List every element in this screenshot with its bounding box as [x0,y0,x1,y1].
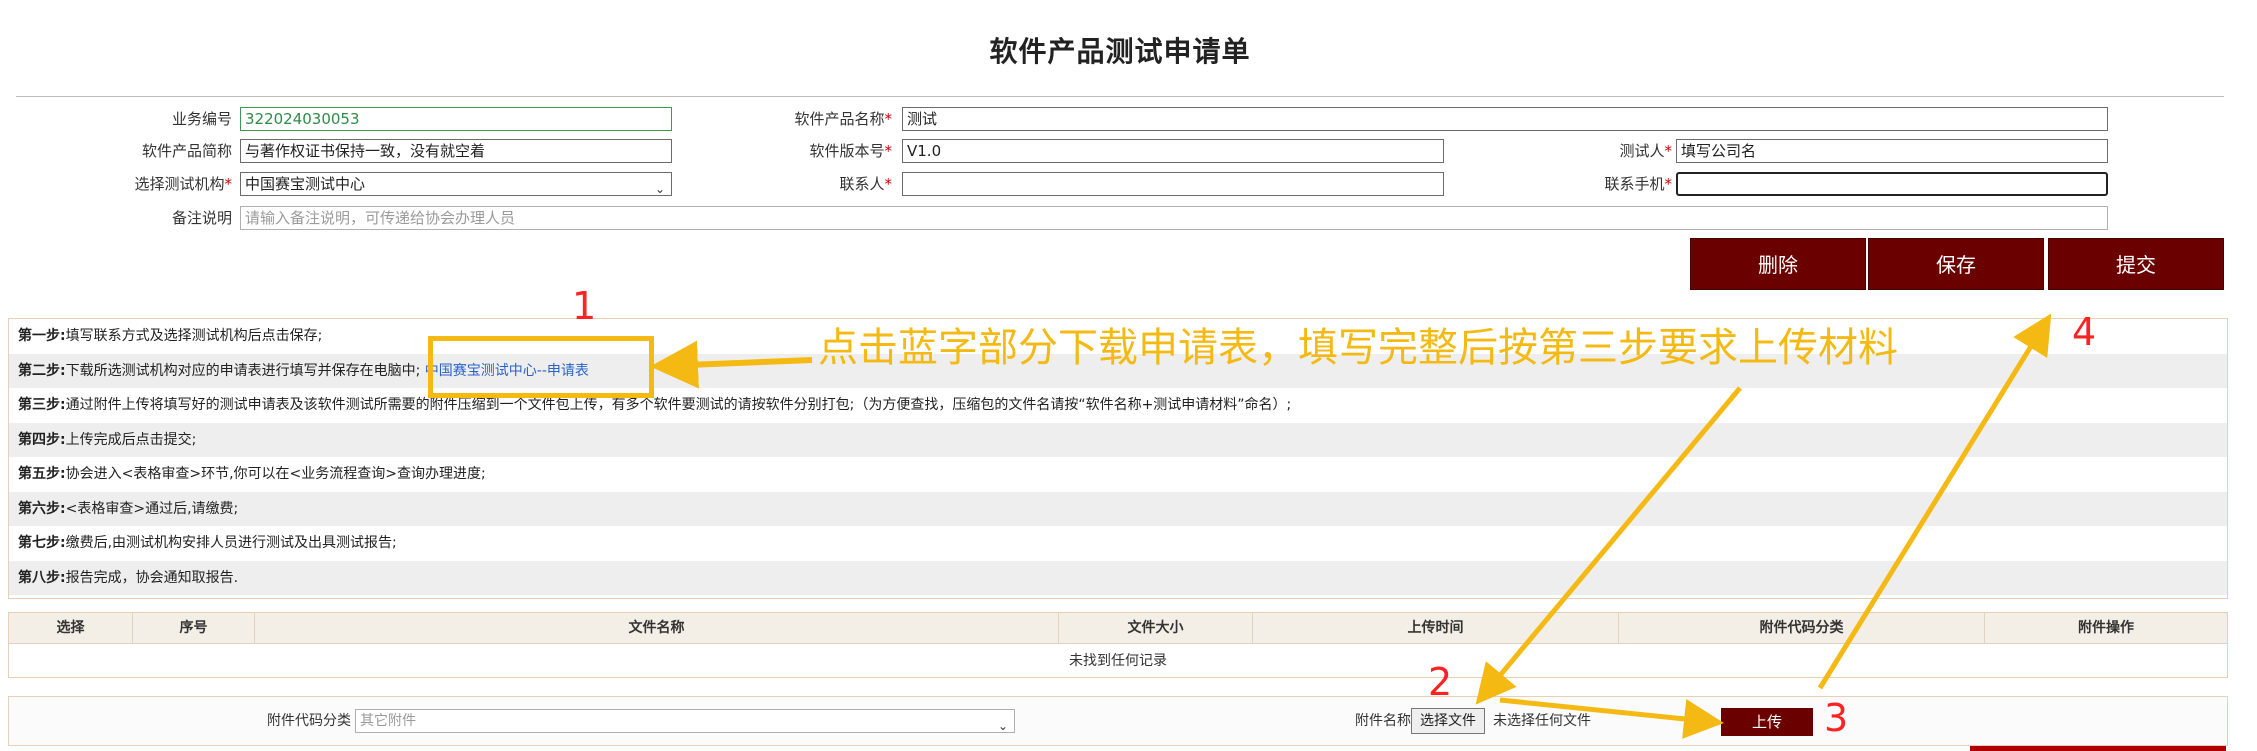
arrow-to-upload [1499,697,1724,739]
arrow-to-link [650,340,813,389]
annotation-arrows [650,313,2052,739]
arrow-to-submit [1817,313,2052,690]
arrow-to-choose-file [1475,386,1742,705]
bottom-edge-bar [1970,746,2226,751]
